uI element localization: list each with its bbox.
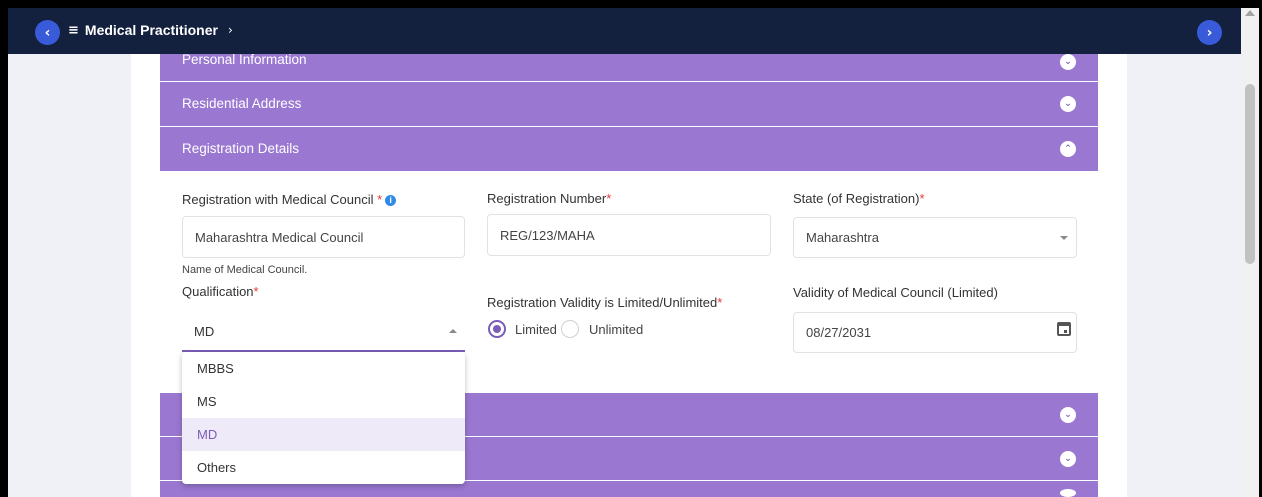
registration-number-label: Registration Number* xyxy=(487,191,612,206)
dropdown-caret-icon xyxy=(1060,236,1068,240)
council-label: Registration with Medical Council * i xyxy=(182,192,397,207)
registration-number-value: REG/123/MAHA xyxy=(500,227,595,243)
dropdown-option[interactable]: MS xyxy=(182,385,465,418)
page-title: Medical Practitioner xyxy=(84,22,218,38)
breadcrumb[interactable]: ≡ Medical Practitioner › xyxy=(68,22,233,38)
accordion-registration-details[interactable]: Registration Details ⌃ xyxy=(160,127,1098,171)
calendar-icon[interactable] xyxy=(1057,322,1071,336)
scroll-up-icon[interactable] xyxy=(1245,10,1255,16)
validity-date-value: 08/27/2031 xyxy=(806,325,872,340)
page-scrollbar[interactable] xyxy=(1241,8,1259,497)
radio-unlimited[interactable] xyxy=(561,320,579,338)
state-label: State (of Registration)* xyxy=(793,191,925,206)
accordion-residential-address[interactable]: Residential Address ⌄ xyxy=(160,82,1098,126)
back-button[interactable]: ‹ xyxy=(35,20,60,45)
chevron-up-icon[interactable]: ⌃ xyxy=(1060,141,1076,157)
chevron-down-icon[interactable] xyxy=(1060,489,1076,497)
breadcrumb-separator-icon: › xyxy=(227,23,233,37)
dropdown-option[interactable]: Others xyxy=(182,451,465,484)
dropdown-caret-up-icon xyxy=(449,329,457,333)
validity-date-input[interactable]: 08/27/2031 xyxy=(793,312,1077,353)
council-input[interactable]: Maharashtra Medical Council xyxy=(182,216,465,258)
qualification-label: Qualification* xyxy=(182,284,259,299)
radio-limited-label[interactable]: Limited xyxy=(515,322,557,337)
scroll-thumb[interactable] xyxy=(1245,84,1255,264)
radio-limited[interactable] xyxy=(488,320,506,338)
validity-date-label: Validity of Medical Council (Limited) xyxy=(793,285,998,300)
chevron-left-icon: ‹ xyxy=(44,24,51,41)
chevron-down-icon[interactable]: ⌄ xyxy=(1060,54,1076,70)
accordion-title: Residential Address xyxy=(182,96,302,111)
validity-type-label: Registration Validity is Limited/Unlimit… xyxy=(487,295,723,310)
chevron-right-icon: › xyxy=(1206,24,1213,41)
accordion-title: Personal Information xyxy=(182,52,307,67)
menu-icon: ≡ xyxy=(68,22,79,38)
chevron-down-icon[interactable]: ⌄ xyxy=(1060,407,1076,423)
chevron-down-icon[interactable]: ⌄ xyxy=(1060,451,1076,467)
qualification-dropdown-menu: MBBS MS MD Others xyxy=(182,352,465,484)
state-value: Maharashtra xyxy=(806,230,879,245)
dropdown-option-selected[interactable]: MD xyxy=(182,418,465,451)
top-bar: ‹ ≡ Medical Practitioner › › xyxy=(8,8,1241,54)
info-icon[interactable]: i xyxy=(385,195,397,206)
page-background-right xyxy=(1127,54,1241,497)
chevron-down-icon[interactable]: ⌄ xyxy=(1060,96,1076,112)
qualification-select[interactable]: MD xyxy=(182,312,465,352)
accordion-personal-information[interactable]: Personal Information ⌄ xyxy=(160,52,1098,81)
council-value: Maharashtra Medical Council xyxy=(195,229,364,245)
registration-number-input[interactable]: REG/123/MAHA xyxy=(487,214,771,256)
council-helper-text: Name of Medical Council. xyxy=(182,264,308,276)
dropdown-option[interactable]: MBBS xyxy=(182,352,465,385)
page-background-left xyxy=(8,54,131,497)
forward-button[interactable]: › xyxy=(1197,20,1222,45)
state-select[interactable]: Maharashtra xyxy=(793,217,1077,258)
accordion-title: Registration Details xyxy=(182,141,300,156)
radio-unlimited-label[interactable]: Unlimited xyxy=(589,322,643,337)
qualification-value: MD xyxy=(194,323,215,339)
